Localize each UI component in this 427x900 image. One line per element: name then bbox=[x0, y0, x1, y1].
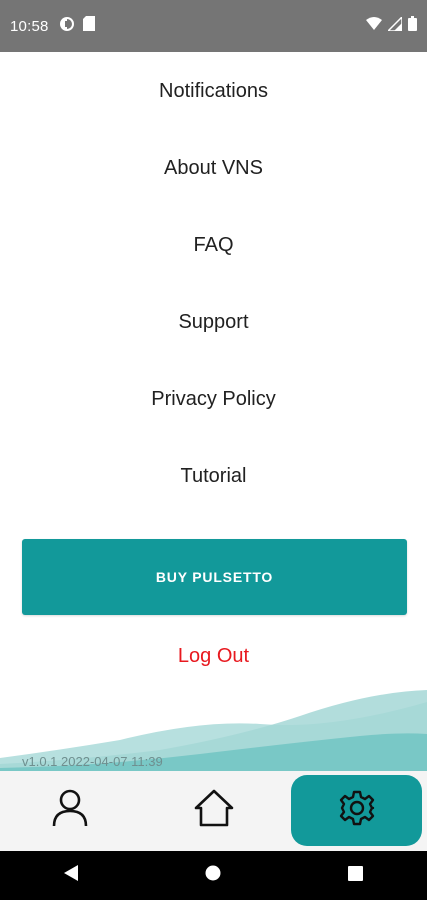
pulse-app-icon bbox=[59, 16, 75, 37]
system-nav-bar bbox=[0, 851, 427, 900]
home-circle-icon bbox=[205, 865, 221, 886]
buy-pulsetto-button[interactable]: BUY PULSETTO bbox=[22, 539, 407, 615]
menu-item-about-vns[interactable]: About VNS bbox=[0, 157, 427, 180]
version-label: v1.0.1 2022-04-07 11:39 bbox=[22, 754, 163, 769]
back-icon bbox=[63, 864, 79, 887]
menu-item-notifications[interactable]: Notifications bbox=[0, 80, 427, 103]
tab-profile[interactable] bbox=[30, 775, 110, 846]
cell-signal-icon bbox=[386, 14, 403, 36]
logout-link[interactable]: Log Out bbox=[0, 645, 427, 668]
status-left-icons bbox=[59, 16, 95, 37]
recents-icon bbox=[348, 865, 364, 886]
battery-icon bbox=[408, 16, 417, 36]
status-bar: 10:58 bbox=[0, 0, 427, 52]
sd-card-icon bbox=[82, 16, 95, 36]
menu-item-tutorial[interactable]: Tutorial bbox=[0, 465, 427, 488]
nav-home-button[interactable] bbox=[183, 856, 243, 896]
home-icon bbox=[194, 789, 234, 832]
menu-item-faq[interactable]: FAQ bbox=[0, 234, 427, 257]
status-time: 10:58 bbox=[10, 17, 49, 35]
menu-item-privacy-policy[interactable]: Privacy Policy bbox=[0, 388, 427, 411]
nav-back-button[interactable] bbox=[41, 856, 101, 896]
wifi-icon bbox=[366, 17, 382, 35]
status-right-icons bbox=[366, 14, 417, 36]
menu-item-support[interactable]: Support bbox=[0, 311, 427, 334]
bottom-tab-bar bbox=[0, 771, 427, 851]
gear-icon bbox=[338, 789, 376, 832]
tab-settings[interactable] bbox=[291, 775, 422, 846]
person-icon bbox=[52, 789, 88, 832]
nav-recents-button[interactable] bbox=[326, 856, 386, 896]
tab-home[interactable] bbox=[172, 775, 256, 846]
